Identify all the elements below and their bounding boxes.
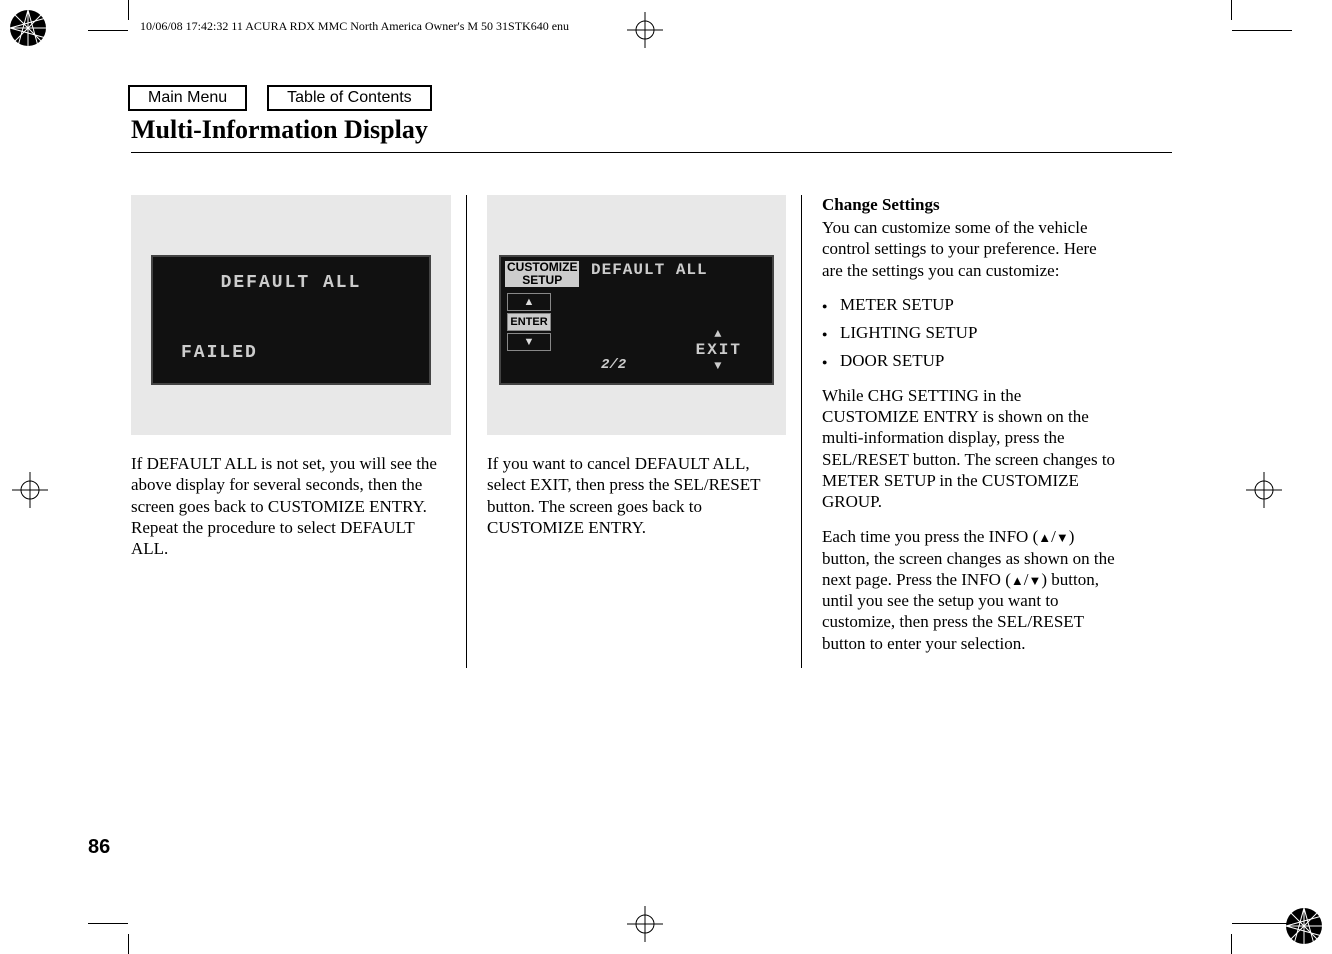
bullet-door: DOOR SETUP bbox=[822, 351, 1121, 371]
content-columns: DEFAULT ALL FAILED If DEFAULT ALL is not… bbox=[131, 195, 1181, 668]
crop-mark bbox=[1231, 0, 1232, 20]
bullet-meter: METER SETUP bbox=[822, 295, 1121, 315]
column-3: Change Settings You can customize some o… bbox=[801, 195, 1136, 668]
lcd-title: DEFAULT ALL bbox=[153, 257, 429, 293]
page-number: 86 bbox=[88, 836, 110, 859]
column-1-text: If DEFAULT ALL is not set, you will see … bbox=[131, 453, 451, 559]
print-header: 10/06/08 17:42:32 11 ACURA RDX MMC North… bbox=[140, 19, 569, 34]
crop-mark bbox=[88, 30, 128, 31]
display-illustration-2: CUSTOMIZE SETUP DEFAULT ALL ▲ ENTER ▼ ▲ … bbox=[487, 195, 786, 435]
lcd-screen-failed: DEFAULT ALL FAILED bbox=[151, 255, 431, 385]
crop-mark bbox=[1231, 934, 1232, 954]
toc-button[interactable]: Table of Contents bbox=[267, 85, 432, 111]
lcd-enter-button: ENTER bbox=[507, 313, 551, 331]
column-3-intro: You can customize some of the vehicle co… bbox=[822, 217, 1121, 281]
settings-list: METER SETUP LIGHTING SETUP DOOR SETUP bbox=[822, 295, 1121, 371]
page-title: Multi-Information Display bbox=[131, 115, 428, 145]
crop-mark bbox=[1232, 30, 1292, 31]
triangle-down-icon bbox=[1028, 570, 1041, 589]
registration-mark-bottom bbox=[627, 906, 663, 942]
column-3-p2: While CHG SETTING in the CUSTOMIZE ENTRY… bbox=[822, 385, 1121, 513]
triangle-down-icon bbox=[1056, 527, 1069, 546]
lcd-customize-label: CUSTOMIZE SETUP bbox=[505, 261, 579, 287]
up-arrow-icon: ▲ bbox=[696, 327, 742, 341]
column-2-text: If you want to cancel DEFAULT ALL, selec… bbox=[487, 453, 786, 538]
lcd-status: FAILED bbox=[181, 343, 258, 363]
registration-radial-tl bbox=[8, 8, 48, 48]
crop-mark bbox=[128, 0, 129, 20]
column-2: CUSTOMIZE SETUP DEFAULT ALL ▲ ENTER ▼ ▲ … bbox=[466, 195, 801, 668]
main-menu-button[interactable]: Main Menu bbox=[128, 85, 247, 111]
triangle-up-icon bbox=[1011, 570, 1024, 589]
lcd-page-indicator: 2/2 bbox=[601, 357, 626, 373]
bullet-lighting: LIGHTING SETUP bbox=[822, 323, 1121, 343]
lcd-label-line1: CUSTOMIZE bbox=[507, 260, 577, 274]
lcd-exit-group: ▲ EXIT ▼ bbox=[696, 327, 742, 373]
down-arrow-icon: ▼ bbox=[696, 359, 742, 373]
lcd-screen-customize: CUSTOMIZE SETUP DEFAULT ALL ▲ ENTER ▼ ▲ … bbox=[499, 255, 774, 385]
crop-mark bbox=[128, 934, 129, 954]
lcd-label-line2: SETUP bbox=[522, 273, 562, 287]
registration-mark-right bbox=[1246, 472, 1282, 508]
registration-mark-left bbox=[12, 472, 48, 508]
crop-mark bbox=[88, 923, 128, 924]
p3a: Each time you press the INFO ( bbox=[822, 527, 1038, 546]
triangle-up-icon bbox=[1038, 527, 1051, 546]
change-settings-heading: Change Settings bbox=[822, 195, 1121, 215]
display-illustration-1: DEFAULT ALL FAILED bbox=[131, 195, 451, 435]
lcd-down-button: ▼ bbox=[507, 333, 551, 351]
title-rule bbox=[131, 152, 1172, 153]
registration-radial-br bbox=[1284, 906, 1324, 946]
lcd-button-stack: ▲ ENTER ▼ bbox=[507, 293, 551, 353]
lcd-up-button: ▲ bbox=[507, 293, 551, 311]
column-3-p3: Each time you press the INFO (/) button,… bbox=[822, 526, 1121, 654]
column-1: DEFAULT ALL FAILED If DEFAULT ALL is not… bbox=[131, 195, 466, 668]
registration-mark-top bbox=[627, 12, 663, 48]
lcd-exit-label: EXIT bbox=[696, 341, 742, 359]
lcd-default-all: DEFAULT ALL bbox=[591, 261, 708, 279]
crop-mark bbox=[1232, 923, 1292, 924]
